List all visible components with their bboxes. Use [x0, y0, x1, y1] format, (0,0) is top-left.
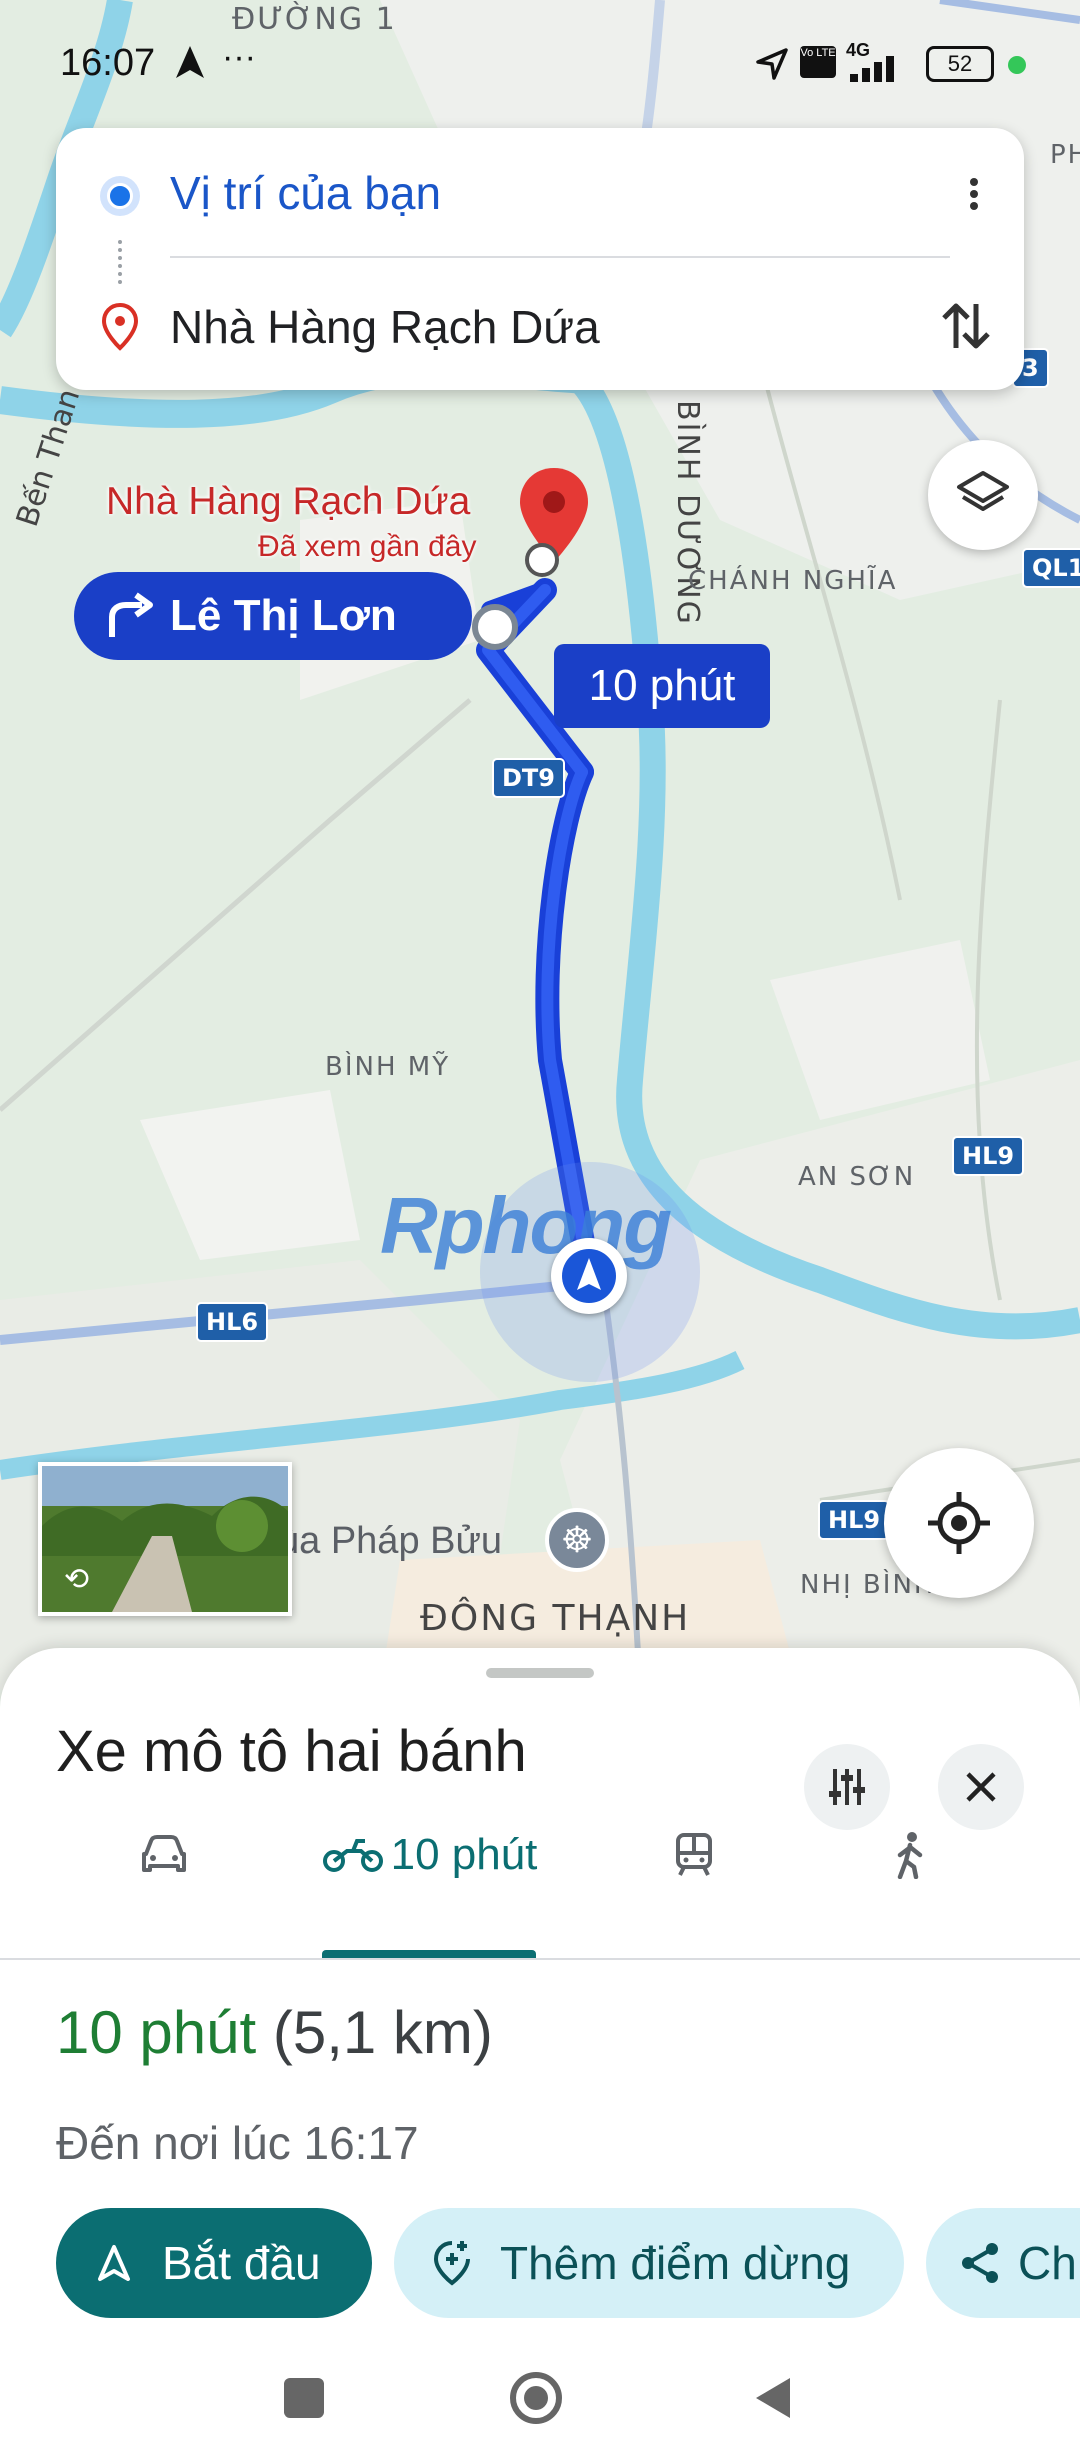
map-label-pagoda: ùa Pháp Bửu: [278, 1520, 503, 1562]
travel-mode-title: Xe mô tô hai bánh: [56, 1719, 527, 1784]
layers-icon: [957, 471, 1009, 511]
close-icon: [966, 1772, 996, 1802]
close-directions-button[interactable]: [938, 1744, 1024, 1830]
share-label: Ch: [1018, 2237, 1077, 2289]
tab-walk[interactable]: [866, 1820, 954, 1890]
my-location-button[interactable]: [884, 1448, 1034, 1598]
gps-icon: [756, 48, 788, 80]
status-more: ···: [222, 38, 256, 76]
start-navigation-button[interactable]: Bắt đầu: [56, 2208, 372, 2318]
add-stop-button[interactable]: Thêm điểm dừng: [394, 2208, 904, 2318]
arrival-time: Đến nơi lúc 16:17: [56, 2117, 419, 2169]
swap-directions-icon[interactable]: [934, 294, 998, 358]
road-tag-hl9-east: HL9: [952, 1136, 1025, 1176]
pagoda-icon[interactable]: ☸: [545, 1508, 609, 1572]
field-divider: [170, 256, 950, 258]
start-button-label: Bắt đầu: [162, 2237, 321, 2289]
map-view[interactable]: ĐƯỜNG 1 Bến Than BÌNH DƯƠNG CHÁNH NGHĨA …: [0, 0, 1080, 1690]
battery-level: 52: [947, 51, 973, 76]
route-distance: (5,1 km): [272, 1999, 493, 2066]
destination-pin-icon[interactable]: [516, 466, 592, 578]
turn-waypoint-marker: [472, 604, 518, 650]
navigation-icon: [98, 2245, 130, 2281]
destination-field[interactable]: Nhà Hàng Rạch Dứa: [170, 300, 600, 354]
turn-instruction-callout[interactable]: Lê Thị Lơn: [74, 572, 472, 660]
add-stop-icon: [433, 2241, 470, 2286]
road-tag-hl9-south: HL9: [818, 1500, 891, 1540]
road-tag-dt9: DT9: [492, 758, 565, 798]
share-icon: [962, 2243, 998, 2283]
motorbike-icon: [322, 1839, 383, 1872]
navigation-arrow-icon: [562, 1249, 616, 1303]
road-tag-hl6: HL6: [196, 1302, 269, 1342]
more-options-icon[interactable]: [970, 174, 978, 214]
status-time: 16:07: [60, 42, 156, 84]
signal-icon: [850, 56, 894, 82]
map-label-dong-thanh: ĐÔNG THẠNH: [420, 1598, 691, 1639]
map-label-chanh-nghia: CHÁNH NGHĨA: [688, 566, 898, 596]
destination-map-label[interactable]: Nhà Hàng Rạch Dứa: [106, 480, 470, 524]
current-location-marker: [551, 1238, 627, 1314]
street-view-thumbnail[interactable]: ⟲: [38, 1462, 292, 1616]
location-active-icon: [176, 46, 204, 78]
map-label-an-son: AN SƠN: [798, 1162, 916, 1192]
turn-right-icon: [109, 592, 153, 637]
share-button[interactable]: Ch: [926, 2208, 1080, 2318]
volte-badge: Vo LTE: [800, 46, 836, 78]
transit-icon: [676, 1833, 712, 1876]
turn-street-name: Lê Thị Lơn: [170, 591, 397, 640]
tabs-divider: [0, 1958, 1080, 1960]
active-tab-indicator: [322, 1950, 536, 1958]
back-button[interactable]: [750, 2374, 794, 2422]
tab-motorbike-label: 10 phút: [390, 1830, 538, 1879]
route-duration: 10 phút: [56, 1999, 257, 2066]
system-nav-bar: [0, 2340, 1080, 2460]
battery-icon: 52: [926, 46, 994, 82]
route-summary[interactable]: 10 phút (5,1 km): [56, 1998, 493, 2067]
watermark-logo: Rphong: [380, 1181, 672, 1270]
street-view-360-icon: ⟲: [64, 1563, 90, 1596]
add-stop-label: Thêm điểm dừng: [500, 2237, 851, 2289]
map-label-binh-my: BÌNH MỸ: [325, 1052, 451, 1082]
recents-button[interactable]: [284, 2378, 324, 2418]
car-icon: [142, 1835, 186, 1872]
privacy-dot: [1008, 56, 1026, 74]
tune-icon: [829, 1769, 865, 1805]
tab-motorbike[interactable]: 10 phút: [310, 1820, 550, 1890]
road-tag-ql1: QL1: [1022, 548, 1080, 588]
map-label-ph: PH: [1050, 140, 1080, 170]
route-options-button[interactable]: [804, 1744, 890, 1830]
walk-icon: [897, 1832, 923, 1879]
route-eta-callout[interactable]: 10 phút: [554, 644, 770, 728]
destination-pin-small-icon: [101, 302, 139, 351]
origin-field[interactable]: Vị trí của bạn: [170, 166, 441, 220]
route-connector-dots: [118, 240, 126, 284]
status-bar: 16:07 ··· Vo LTE 4G 52: [0, 0, 1080, 120]
tab-car[interactable]: [120, 1820, 208, 1890]
crosshair-icon: [928, 1492, 990, 1554]
tab-transit[interactable]: [650, 1820, 738, 1890]
layers-button[interactable]: [928, 440, 1038, 550]
home-button[interactable]: [510, 2372, 562, 2424]
sheet-drag-handle[interactable]: [486, 1668, 594, 1678]
directions-card: Vị trí của bạn Nhà Hàng Rạch Dứa: [56, 128, 1024, 390]
destination-map-sublabel: Đã xem gần đây: [258, 530, 477, 563]
origin-dot-icon: [100, 176, 140, 216]
